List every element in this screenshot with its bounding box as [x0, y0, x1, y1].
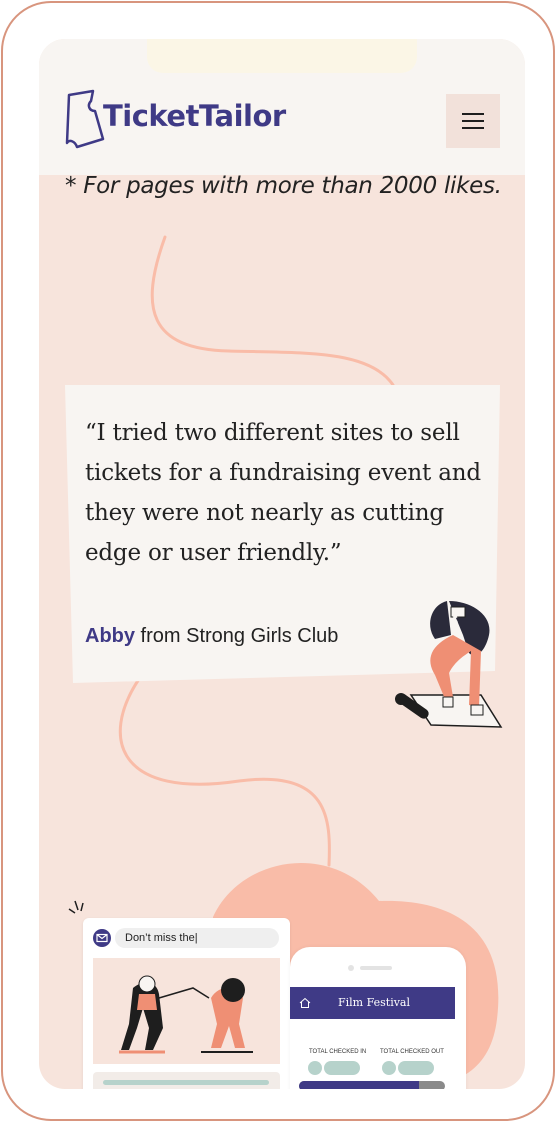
home-icon [299, 997, 311, 1008]
mail-icon [93, 929, 111, 947]
email-subject-input: Don’t miss the| [115, 928, 279, 948]
dancing-people-illustration [93, 958, 280, 1064]
person-illustration [395, 601, 503, 728]
spark-icon [68, 900, 84, 914]
checked-in-label: TOTAL CHECKED IN [309, 1049, 367, 1055]
ticket-tailor-logo[interactable]: TicketTailor [63, 89, 286, 149]
email-preview-card: Don’t miss the| [83, 918, 290, 1089]
author-org: from Strong Girls Club [135, 625, 339, 647]
checked-out-label: TOTAL CHECKED OUT [380, 1049, 444, 1055]
device-frame: TicketTailor * For pages with more than … [1, 1, 555, 1121]
logo-text: TicketTailor [103, 99, 286, 133]
menu-button[interactable] [446, 94, 500, 148]
phone-checkin-preview: Film Festival TOTAL CHECKED IN TOTAL CHE… [290, 947, 466, 1089]
checkin-progress-bar [299, 1081, 445, 1089]
status-bar-notch [147, 39, 417, 73]
author-name: Abby [85, 625, 135, 647]
checkin-progress-fill [299, 1081, 419, 1089]
site-header: TicketTailor [39, 39, 525, 175]
email-footer-bar [93, 1072, 280, 1089]
hamburger-icon [462, 113, 484, 115]
screen: TicketTailor * For pages with more than … [39, 39, 525, 1089]
testimonial-quote: “I tried two different sites to sell tic… [85, 420, 481, 566]
testimonial-author: Abby from Strong Girls Club [85, 625, 338, 648]
event-title-bar: Film Festival [290, 987, 455, 1019]
footnote-text: * For pages with more than 2000 likes. [65, 173, 502, 199]
event-title: Film Festival [338, 996, 411, 1009]
